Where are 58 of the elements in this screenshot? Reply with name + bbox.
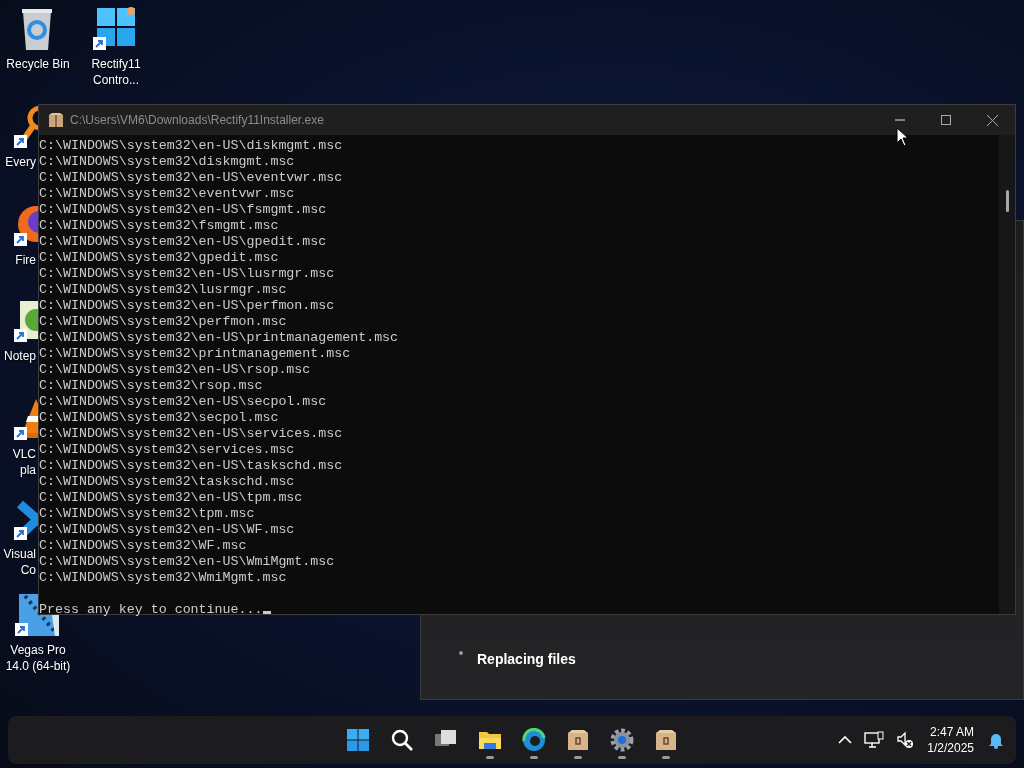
console-line: C:\WINDOWS\system32\eventvwr.msc [39, 186, 295, 202]
scrollbar[interactable] [999, 135, 1015, 614]
browser-icon [522, 728, 546, 752]
chevron-up-icon [838, 735, 853, 745]
console-line: C:\WINDOWS\system32\fsmgmt.msc [39, 218, 279, 234]
console-line: C:\WINDOWS\system32\en-US\tpm.msc [39, 490, 303, 506]
progress-dot [459, 651, 463, 655]
package-icon [566, 728, 590, 752]
windows-logo-icon [346, 728, 370, 752]
console-line: C:\WINDOWS\system32\gpedit.msc [39, 250, 279, 266]
package-icon [48, 112, 64, 128]
desktop-icon-label[interactable]: Vegas Pro 14.0 (64-bit) [0, 642, 76, 674]
console-line: C:\WINDOWS\system32\printmanagement.msc [39, 346, 351, 362]
console-line: C:\WINDOWS\system32\WF.msc [39, 538, 247, 554]
console-line: C:\WINDOWS\system32\en-US\fsmgmt.msc [39, 202, 327, 218]
console-line: C:\WINDOWS\system32\en-US\services.msc [39, 426, 343, 442]
maximize-icon [941, 115, 951, 125]
text-cursor [263, 611, 272, 614]
console-line: C:\WINDOWS\system32\en-US\diskmgmt.msc [39, 138, 343, 154]
close-icon [986, 114, 998, 126]
console-line: C:\WINDOWS\system32\tpm.msc [39, 506, 255, 522]
search-icon [390, 728, 414, 752]
console-line: C:\WINDOWS\system32\services.msc [39, 442, 295, 458]
console-line: C:\WINDOWS\system32\en-US\eventvwr.msc [39, 170, 343, 186]
desktop-icon-label[interactable]: VLC pla [0, 446, 36, 478]
desktop-icon-label[interactable]: Visual Co [0, 546, 36, 578]
desktop-icon-label[interactable]: Every [0, 154, 36, 170]
console-line: C:\WINDOWS\system32\en-US\rsop.msc [39, 362, 311, 378]
gear-icon [610, 728, 634, 752]
console-line: C:\WINDOWS\system32\en-US\WmiMgmt.msc [39, 554, 335, 570]
console-line: C:\WINDOWS\system32\en-US\printmanagement.msc [39, 330, 399, 346]
desktop-icon-label[interactable]: Recycle Bin [0, 56, 76, 72]
console-prompt: Press any key to continue... [39, 602, 263, 617]
package-icon [654, 728, 678, 752]
bell-icon [987, 731, 1005, 749]
console-line: C:\WINDOWS\system32\lusrmgr.msc [39, 282, 287, 298]
mouse-pointer-icon [896, 127, 910, 147]
muted-speaker-icon [896, 731, 915, 749]
scroll-thumb[interactable] [1005, 190, 1009, 212]
network-icon [864, 731, 885, 749]
desktop-icon-label[interactable]: Fire [0, 252, 36, 268]
desktop-icon-label[interactable]: Rectify11 Contro... [78, 56, 154, 88]
console-line: C:\WINDOWS\system32\en-US\taskschd.msc [39, 458, 343, 474]
console-line: C:\WINDOWS\system32\diskmgmt.msc [39, 154, 295, 170]
console-line: C:\WINDOWS\system32\perfmon.msc [39, 314, 287, 330]
console-line: C:\WINDOWS\system32\en-US\gpedit.msc [39, 234, 327, 250]
console-line: C:\WINDOWS\system32\en-US\WF.msc [39, 522, 295, 538]
console-line: C:\WINDOWS\system32\taskschd.msc [39, 474, 295, 490]
clock[interactable]: 2:47 AM 1/2/2025 [923, 724, 978, 756]
status-text: Replacing files [477, 651, 576, 667]
console-line: C:\WINDOWS\system32\en-US\perfmon.msc [39, 298, 335, 314]
console-line: C:\WINDOWS\system32\WmiMgmt.msc [39, 570, 287, 586]
console-line: C:\WINDOWS\system32\en-US\secpol.msc [39, 394, 327, 410]
console-line: C:\WINDOWS\system32\rsop.msc [39, 378, 263, 394]
desktop-icon-label[interactable]: Notep [0, 348, 36, 364]
console-line: C:\WINDOWS\system32\en-US\lusrmgr.msc [39, 266, 335, 282]
console-line: C:\WINDOWS\system32\secpol.msc [39, 410, 279, 426]
window-title: C:\Users\VM6\Downloads\Rectify11Installer.exe [70, 113, 325, 127]
